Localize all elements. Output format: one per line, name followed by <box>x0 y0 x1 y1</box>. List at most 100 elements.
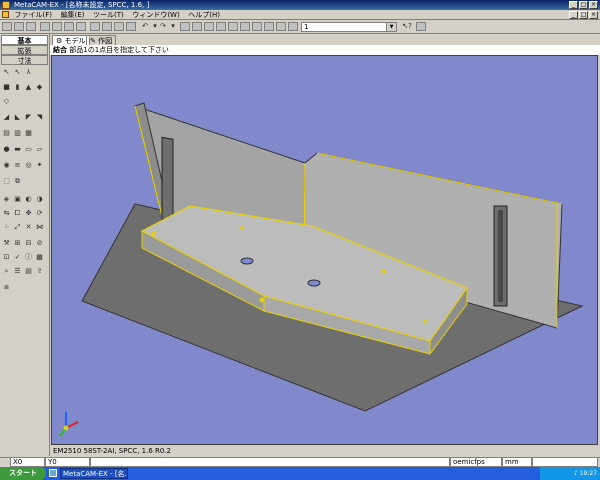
plane-icon[interactable]: ◇ <box>2 96 11 106</box>
document-icon[interactable] <box>2 11 9 18</box>
doc-close-button[interactable]: × <box>589 11 598 19</box>
layer-stack-icon[interactable]: ⧈ <box>2 282 11 292</box>
cutout-icon[interactable]: ▭ <box>24 144 33 154</box>
stamp-icon[interactable]: ◉ <box>2 160 11 170</box>
property-icon[interactable]: ⓘ <box>24 252 33 262</box>
cone-icon[interactable]: ▲ <box>24 82 33 92</box>
pan-icon[interactable] <box>192 22 202 31</box>
weld-icon[interactable]: ⚒ <box>2 238 11 248</box>
maximize-button[interactable]: □ <box>579 1 588 9</box>
measure-icon[interactable]: ⅄ <box>24 67 33 77</box>
open-file-icon[interactable] <box>14 22 24 31</box>
emboss-icon[interactable]: ◎ <box>24 160 33 170</box>
list-icon[interactable]: ☰ <box>13 266 22 276</box>
print-icon[interactable] <box>76 22 86 31</box>
report-icon[interactable]: ▤ <box>24 266 33 276</box>
save-icon[interactable] <box>26 22 36 31</box>
query-arrow-icon[interactable]: ↖ <box>13 67 22 77</box>
paste-icon[interactable] <box>64 22 74 31</box>
tab-dimension[interactable]: 寸法 <box>1 55 48 65</box>
close-button[interactable]: × <box>589 1 598 9</box>
doc-restore-button[interactable]: □ <box>579 11 588 19</box>
offset-icon[interactable]: ⬚ <box>2 176 11 186</box>
rotate-icon[interactable] <box>240 22 250 31</box>
join-icon[interactable]: ⋈ <box>35 222 44 232</box>
clock[interactable]: 19:27 <box>580 470 597 477</box>
split-icon[interactable]: ⊘ <box>35 238 44 248</box>
flange-icon[interactable]: ◢ <box>2 112 11 122</box>
menu-help[interactable]: ヘルプ(H) <box>185 11 223 20</box>
select-arrow-icon[interactable]: ↖ <box>2 67 11 77</box>
help-cursor-icon[interactable]: ↖? <box>402 22 412 31</box>
extrude-icon[interactable]: ▣ <box>13 194 22 204</box>
unfold-icon[interactable]: ▤ <box>2 128 11 138</box>
layer-manager-icon[interactable] <box>288 22 298 31</box>
material-icon[interactable]: ▩ <box>35 252 44 262</box>
redo-dropdown-icon[interactable]: ▾ <box>168 22 178 31</box>
mirror-icon[interactable]: ⇆ <box>2 208 11 218</box>
burr-icon[interactable]: ✦ <box>35 160 44 170</box>
array-icon[interactable]: ⁘ <box>2 222 11 232</box>
corner-icon[interactable]: ◥ <box>35 112 44 122</box>
relief-icon[interactable]: ⊟ <box>24 238 33 248</box>
copy-part-icon[interactable]: ⧠ <box>13 208 22 218</box>
loft-icon[interactable]: ◑ <box>35 194 44 204</box>
menu-file[interactable]: ファイル(F) <box>12 11 56 20</box>
solid-icon[interactable]: ◆ <box>35 82 44 92</box>
check-icon[interactable]: ✓ <box>13 252 22 262</box>
cut-icon[interactable] <box>40 22 50 31</box>
view-3d-icon[interactable] <box>90 22 100 31</box>
hem-icon[interactable]: ◣ <box>13 112 22 122</box>
bend-icon[interactable]: ◤ <box>24 112 33 122</box>
revolve-icon[interactable]: ◐ <box>24 194 33 204</box>
settings-icon[interactable] <box>416 22 426 31</box>
tab-slot-icon[interactable]: ⊞ <box>13 238 22 248</box>
new-file-icon[interactable] <box>2 22 12 31</box>
zoom-all-icon[interactable] <box>228 22 238 31</box>
zoom-part-icon[interactable]: ⌕ <box>2 266 11 276</box>
taskbar-app-button[interactable]: MetaCAM-EX - [名... <box>60 468 128 479</box>
move-icon[interactable]: ✥ <box>24 208 33 218</box>
undo-icon[interactable]: ↶ <box>140 22 150 31</box>
doc-minimize-button[interactable]: _ <box>569 11 578 19</box>
wireframe-icon[interactable] <box>264 22 274 31</box>
merge-icon[interactable]: ⧉ <box>13 176 22 186</box>
cylinder-icon[interactable]: ▮ <box>13 82 22 92</box>
layer-select[interactable]: 1 ▼ <box>301 22 397 32</box>
view-side-icon[interactable] <box>126 22 136 31</box>
tab-extended[interactable]: 拡張 <box>1 45 48 55</box>
zoom-icon[interactable] <box>204 22 214 31</box>
select-icon[interactable] <box>180 22 190 31</box>
quick-launch-icon[interactable] <box>49 469 57 477</box>
menu-edit[interactable]: 編集(E) <box>58 11 88 20</box>
sketch-icon[interactable]: ◈ <box>2 194 11 204</box>
redo-icon[interactable]: ↷ <box>158 22 168 31</box>
tab-model[interactable]: ⚙ モデル <box>52 35 90 45</box>
box-icon[interactable]: ■ <box>2 82 11 92</box>
delete-icon[interactable]: ✕ <box>24 222 33 232</box>
fold-icon[interactable]: ▥ <box>13 128 22 138</box>
tab-basic[interactable]: 基本 <box>1 35 48 45</box>
scale-icon[interactable]: ⤢ <box>13 222 22 232</box>
menu-tools[interactable]: ツール(T) <box>90 11 127 20</box>
view-front-icon[interactable] <box>102 22 112 31</box>
layer-icon[interactable] <box>276 22 286 31</box>
3d-viewport[interactable] <box>51 55 598 445</box>
menu-window[interactable]: ウィンドウ(W) <box>129 11 182 20</box>
hole-icon[interactable]: ● <box>2 144 11 154</box>
notch-icon[interactable]: ▱ <box>35 144 44 154</box>
app-icon[interactable] <box>2 1 10 9</box>
tab-drawing[interactable]: ✎ 作図 <box>86 35 117 45</box>
minimize-button[interactable]: _ <box>569 1 578 9</box>
louver-icon[interactable]: ≡ <box>13 160 22 170</box>
start-button[interactable]: スタート <box>0 467 46 480</box>
volume-icon[interactable]: ♪ <box>574 470 578 477</box>
shade-icon[interactable] <box>252 22 262 31</box>
zoom-window-icon[interactable] <box>216 22 226 31</box>
rotate-part-icon[interactable]: ⟳ <box>35 208 44 218</box>
section-icon[interactable]: ⊡ <box>2 252 11 262</box>
view-top-icon[interactable] <box>114 22 124 31</box>
copy-icon[interactable] <box>52 22 62 31</box>
slot-icon[interactable]: ▬ <box>13 144 22 154</box>
export-icon[interactable]: ⇪ <box>35 266 44 276</box>
